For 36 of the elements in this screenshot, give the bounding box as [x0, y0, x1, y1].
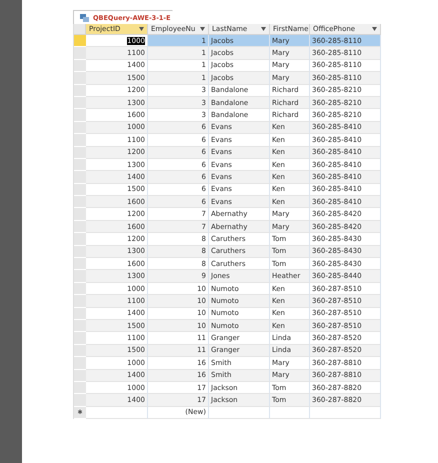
- row-selector[interactable]: [74, 60, 86, 72]
- row-selector[interactable]: [74, 357, 86, 370]
- row-selector[interactable]: [74, 370, 86, 382]
- row-selector[interactable]: [74, 282, 86, 296]
- row-selector[interactable]: [74, 171, 86, 184]
- row-selector[interactable]: [74, 84, 86, 97]
- sort-arrow-icon[interactable]: [261, 27, 266, 31]
- row-selector[interactable]: [74, 295, 86, 308]
- select-all-corner[interactable]: [74, 24, 86, 35]
- row-selector[interactable]: [74, 320, 86, 332]
- row-selector[interactable]: [74, 158, 86, 172]
- row-selector[interactable]: [74, 72, 86, 85]
- row-selector[interactable]: [74, 246, 86, 258]
- row-selector[interactable]: [74, 96, 86, 110]
- row-selector[interactable]: [74, 344, 86, 358]
- row-selector[interactable]: [74, 146, 86, 159]
- row-selector[interactable]: [74, 394, 86, 407]
- row-selector[interactable]: [74, 35, 86, 48]
- row-selector[interactable]: [74, 308, 86, 320]
- row-selector[interactable]: [74, 220, 86, 234]
- row-selector[interactable]: [74, 233, 86, 246]
- row-selector[interactable]: [74, 109, 86, 122]
- row-selector[interactable]: [74, 208, 86, 221]
- row-selector[interactable]: [74, 122, 86, 134]
- query-icon: [80, 14, 89, 22]
- row-selector[interactable]: [74, 184, 86, 196]
- row-selector[interactable]: [74, 270, 86, 283]
- row-selector[interactable]: [74, 196, 86, 208]
- row-selector[interactable]: [74, 258, 86, 270]
- row-selector[interactable]: [74, 332, 86, 345]
- row-selector[interactable]: [74, 47, 86, 60]
- sort-arrow-icon[interactable]: [372, 27, 377, 31]
- row-selector[interactable]: [74, 134, 86, 147]
- row-selector[interactable]: [74, 382, 86, 394]
- sort-arrow-icon[interactable]: [139, 27, 144, 31]
- sort-arrow-icon[interactable]: [200, 27, 205, 31]
